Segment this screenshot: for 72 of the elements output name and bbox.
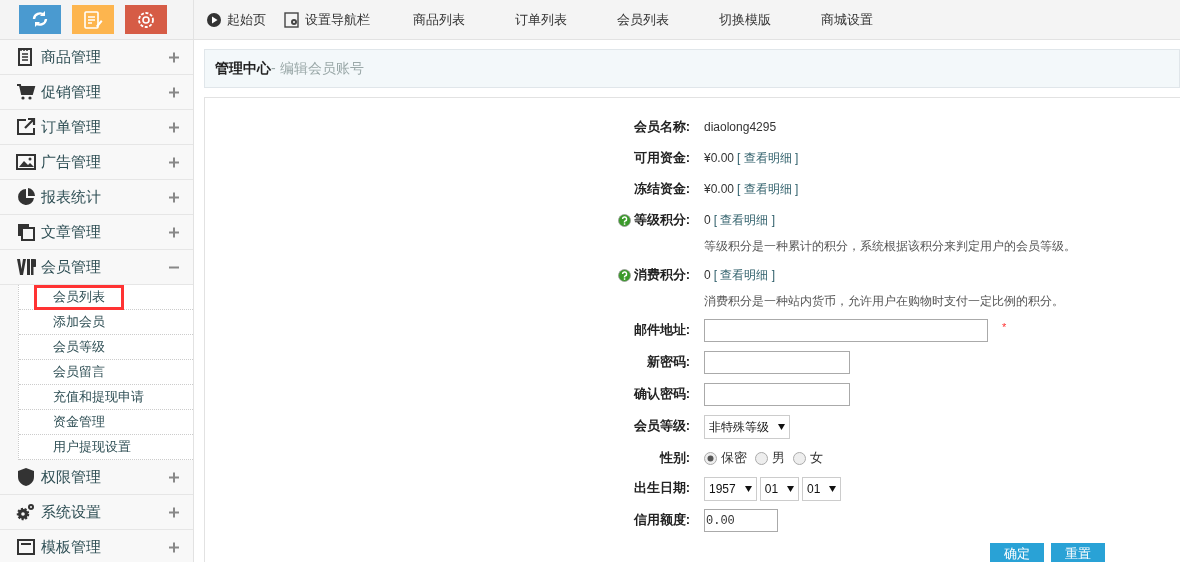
view-details-link[interactable]: [ 查看明细 ] — [737, 149, 799, 167]
play-icon — [206, 11, 222, 28]
field-label: 信用额度: — [633, 511, 690, 530]
field-label: 会员名称: — [633, 118, 690, 137]
nav-link[interactable]: 会员列表 — [592, 0, 694, 40]
help-note: 等级积分是一种累计的积分，系统根据该积分来判定用户的会员等级。 — [704, 238, 1076, 255]
field-label: 冻结资金: — [633, 180, 690, 199]
submenu-item[interactable]: 添加会员 — [37, 309, 121, 335]
dropdown[interactable]: 1957 — [704, 476, 757, 501]
radio-label: 男 — [772, 449, 785, 468]
radio-label: 女 — [810, 449, 823, 468]
field-value: 0 — [704, 267, 711, 284]
help-note: 消费积分是一种站内货币，允许用户在购物时支付一定比例的积分。 — [704, 293, 1064, 310]
nav-link[interactable]: 商品列表 — [388, 0, 490, 40]
email-field[interactable] — [704, 319, 988, 342]
copy-icon — [16, 222, 36, 242]
field-label: 消费积分: — [633, 266, 690, 285]
dropdown-arrow-icon — [829, 485, 837, 492]
submenu-item[interactable]: 会员列表 — [34, 284, 124, 310]
dropdown[interactable]: 01 — [759, 476, 800, 501]
dropdown[interactable]: 01 — [802, 476, 842, 501]
password-field[interactable] — [704, 383, 850, 406]
radio-button[interactable] — [704, 451, 717, 465]
picture-icon — [16, 152, 36, 172]
submenu-item[interactable]: 用户提现设置 — [37, 434, 147, 460]
export-icon — [16, 117, 36, 137]
view-details-link[interactable]: [ 查看明细 ] — [713, 266, 776, 284]
field-value: 0 — [704, 212, 711, 229]
gear-page-icon — [284, 11, 300, 28]
dropdown-arrow-icon — [744, 485, 752, 492]
nav-link[interactable]: 切换模版 — [694, 0, 796, 40]
view-details-link[interactable]: [ 查看明细 ] — [713, 211, 776, 229]
page-subtitle: - 编辑会员账号 — [271, 59, 364, 78]
field-value: diaolong4295 — [704, 119, 777, 136]
submenu-item[interactable]: 会员留言 — [37, 359, 121, 385]
field-value: ¥0.00 — [704, 150, 735, 167]
radio-button[interactable] — [793, 451, 806, 465]
field-label: 等级积分: — [633, 211, 690, 230]
required-mark: * — [1002, 320, 1007, 335]
dropdown-arrow-icon — [778, 423, 785, 430]
window-icon — [16, 537, 36, 557]
page-title: 管理中心 — [215, 59, 271, 78]
field-label: 可用资金: — [633, 149, 690, 168]
view-details-link[interactable]: [ 查看明细 ] — [737, 180, 799, 198]
shield-icon — [16, 467, 36, 487]
credit-field[interactable]: 0.00 — [704, 509, 778, 532]
cart-icon — [16, 82, 36, 102]
gears-icon — [16, 502, 36, 522]
vip-icon — [16, 257, 36, 277]
password-field[interactable] — [704, 351, 850, 374]
nav-link[interactable]: 订单列表 — [490, 0, 592, 40]
field-label: 新密码: — [646, 353, 690, 372]
dropdown-arrow-icon — [787, 485, 795, 492]
nav-link[interactable]: 商城设置 — [796, 0, 898, 40]
field-label: 性别: — [659, 449, 690, 468]
refresh-button[interactable] — [19, 5, 61, 34]
pie-chart-icon — [16, 187, 36, 207]
submenu-item[interactable]: 会员等级 — [37, 334, 121, 360]
nav-link[interactable]: 设置导航栏 — [284, 0, 370, 40]
settings-button[interactable] — [125, 5, 167, 34]
field-label: 出生日期: — [633, 479, 690, 498]
submenu-item[interactable]: 资金管理 — [37, 409, 121, 435]
radio-button[interactable] — [755, 451, 768, 465]
edit-button[interactable] — [72, 5, 114, 34]
submenu-item[interactable]: 充值和提现申请 — [37, 384, 160, 410]
dropdown[interactable]: 非特殊等级 — [704, 414, 790, 439]
field-label: 确认密码: — [633, 385, 690, 404]
nav-link[interactable]: 起始页 — [206, 0, 266, 40]
field-label: 会员等级: — [633, 417, 690, 436]
radio-label: 保密 — [721, 449, 747, 468]
field-value: ¥0.00 — [704, 181, 735, 198]
field-label: 邮件地址: — [633, 321, 690, 340]
